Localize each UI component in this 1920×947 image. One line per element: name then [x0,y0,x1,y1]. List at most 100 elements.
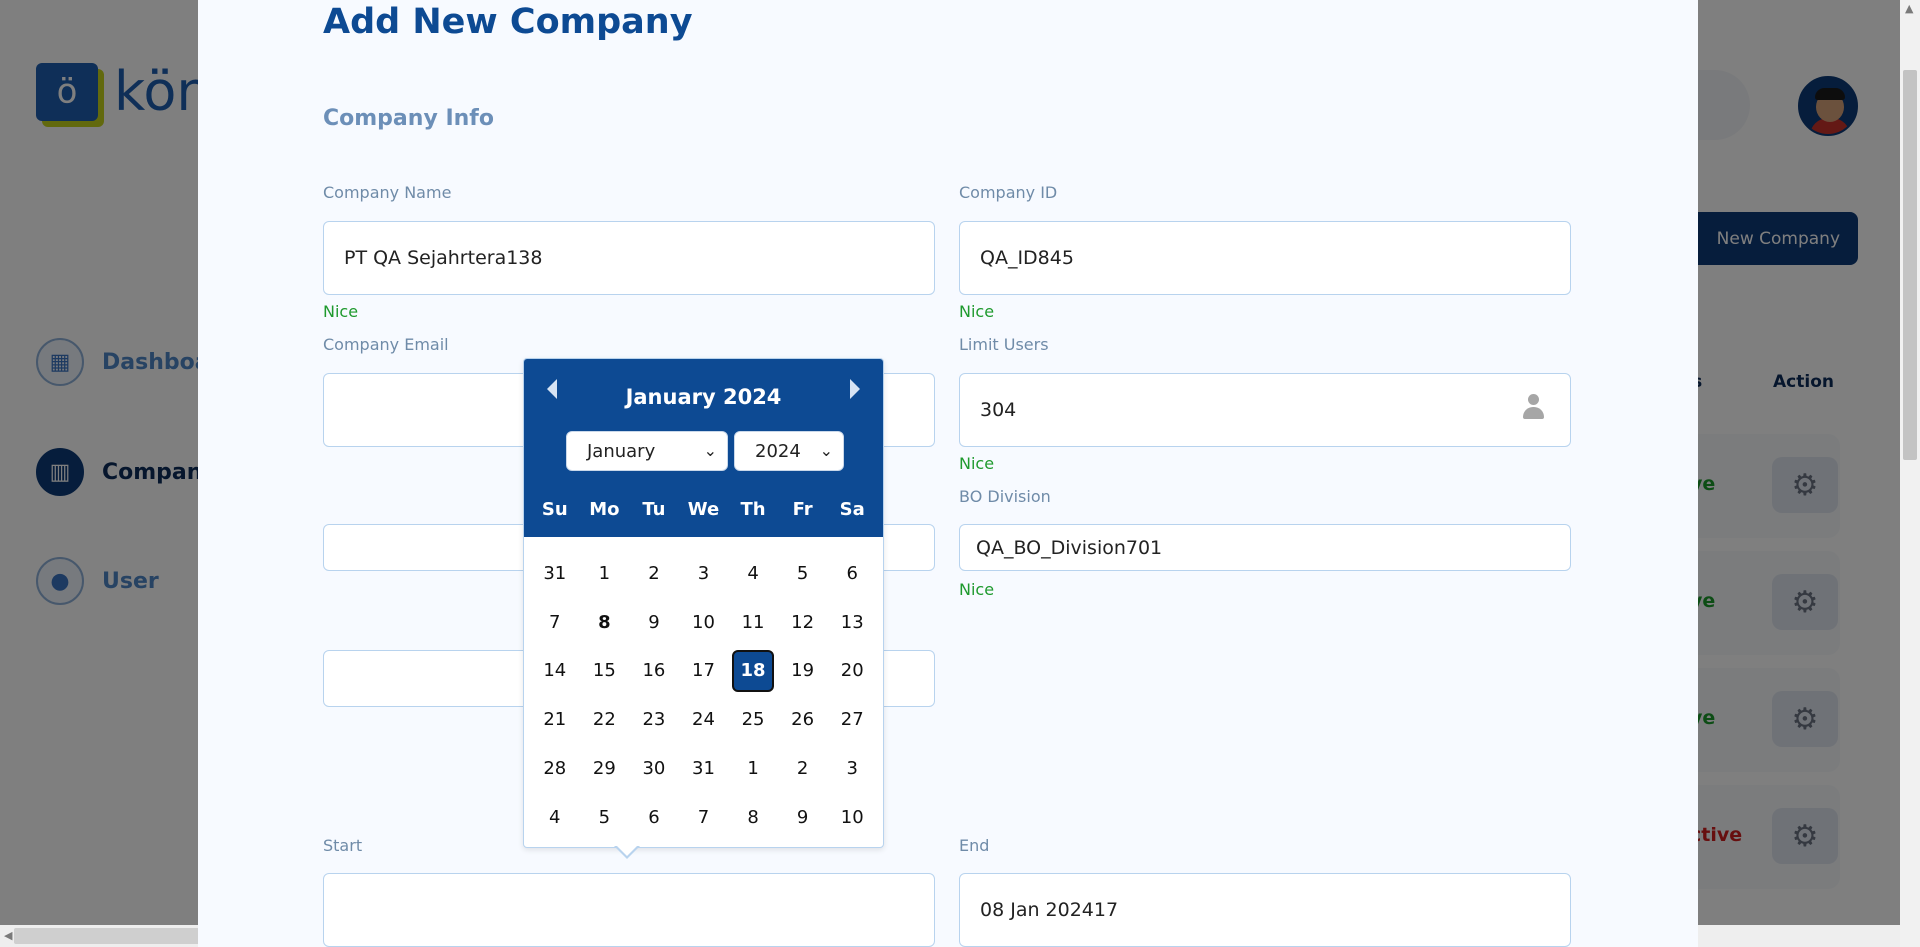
calendar-day[interactable]: 31 [530,549,580,598]
calendar-day[interactable]: 9 [778,793,828,842]
calendar-day[interactable]: 8 [728,793,778,842]
calendar-day-label: 18 [732,649,775,692]
start-date-input[interactable] [323,873,935,947]
end-date-input[interactable]: 08 Jan 202417 [959,873,1571,947]
weekday-label: Su [541,499,568,520]
calendar-day-label: 9 [796,806,809,828]
calendar-day-label: 23 [642,709,666,731]
calendar-day-label: 11 [741,611,765,633]
start-label: Start [323,836,363,855]
month-select[interactable]: January ⌄ [566,431,728,471]
calendar-day-label: 31 [543,562,567,584]
user-icon [1522,394,1544,420]
calendar-day-label: 16 [642,660,666,682]
calendar-day[interactable]: 1 [580,549,630,598]
datepicker-header: January 2024 January ⌄ 2024 ⌄ Su Mo Tu We Th… [524,359,883,537]
calendar-day-label: 5 [598,806,611,828]
company-id-label: Company ID [959,183,1058,202]
calendar-day-label: 2 [648,562,660,584]
calendar-day[interactable]: 3 [827,744,877,793]
calendar-day[interactable]: 2 [629,549,679,598]
calendar-day[interactable]: 25 [728,695,778,744]
bo-division-label: BO Division [959,487,1051,506]
calendar-day[interactable]: 13 [827,598,877,647]
weekday-label: Mo [589,499,620,520]
year-select[interactable]: 2024 ⌄ [734,431,844,471]
company-name-label: Company Name [323,183,452,202]
calendar-day[interactable]: 28 [530,744,580,793]
calendar-day[interactable]: 5 [778,549,828,598]
calendar-day[interactable]: 14 [530,647,580,696]
calendar-day[interactable]: 1 [728,744,778,793]
calendar-day[interactable]: 24 [679,695,729,744]
section-title: Company Info [323,106,494,131]
calendar-day[interactable]: 29 [580,744,630,793]
calendar-day-label: 4 [747,562,759,584]
vertical-scrollbar-thumb[interactable] [1903,70,1917,460]
calendar-day[interactable]: 7 [679,793,729,842]
calendar-day-label: 26 [791,709,815,731]
calendar-day[interactable]: 8 [580,598,630,647]
calendar-day[interactable]: 4 [530,793,580,842]
month-select-value: January [587,440,656,462]
calendar-day[interactable]: 4 [728,549,778,598]
calendar-day[interactable]: 2 [778,744,828,793]
calendar-day[interactable]: 15 [580,647,630,696]
calendar-day[interactable]: 6 [827,549,877,598]
company-email-label: Company Email [323,335,449,354]
calendar-day[interactable]: 30 [629,744,679,793]
calendar-day[interactable]: 22 [580,695,630,744]
company-name-hint: Nice [323,302,359,321]
scroll-up-icon[interactable]: ▲ [1905,2,1913,15]
calendar-day[interactable]: 23 [629,695,679,744]
weekday-label: Th [740,499,766,520]
calendar-day[interactable]: 19 [778,647,828,696]
calendar-day[interactable]: 20 [827,647,877,696]
calendar-day[interactable]: 10 [679,598,729,647]
calendar-day[interactable]: 17 [679,647,729,696]
weekday-row: Su Mo Tu We Th Fr Sa [524,499,883,520]
calendar-day-label: 21 [543,709,567,731]
calendar-day-label: 14 [543,660,567,682]
calendar-day[interactable]: 27 [827,695,877,744]
bo-division-input[interactable]: QA_BO_Division701 [959,524,1571,571]
calendar-day-label: 1 [747,758,759,780]
calendar-day[interactable]: 9 [629,598,679,647]
year-select-value: 2024 [755,440,801,462]
calendar-day-label: 25 [741,709,765,731]
limit-users-hint: Nice [959,454,995,473]
calendar-day-label: 3 [846,758,858,780]
limit-users-value: 304 [980,399,1017,421]
calendar-day-label: 10 [692,611,715,633]
datepicker: January 2024 January ⌄ 2024 ⌄ Su Mo Tu We Th… [523,358,884,848]
calendar-day[interactable]: 26 [778,695,828,744]
calendar-day[interactable]: 10 [827,793,877,842]
calendar-day[interactable]: 6 [629,793,679,842]
calendar-day[interactable]: 3 [679,549,729,598]
calendar-day-label: 5 [796,562,809,584]
end-label: End [959,836,990,855]
limit-users-input[interactable]: 304 [959,373,1571,447]
day-grid: 31 1 2 3 4 5 6 7 8 9 10 11 12 13 14 15 16 17 18 19 20 21 22 23 2… [524,549,883,842]
calendar-day[interactable]: 7 [530,598,580,647]
calendar-day-label: 6 [846,562,858,584]
calendar-day[interactable]: 5 [580,793,630,842]
calendar-day[interactable]: 18 [728,647,778,696]
calendar-day[interactable]: 11 [728,598,778,647]
calendar-day[interactable]: 31 [679,744,729,793]
scroll-left-icon[interactable]: ◀ [4,929,12,942]
calendar-day-label: 19 [791,660,815,682]
chevron-down-icon: ⌄ [819,441,833,460]
calendar-day-label: 7 [697,806,710,828]
weekday-label: Sa [839,499,865,520]
calendar-day-label: 24 [692,709,715,731]
calendar-day-label: 3 [697,562,710,584]
company-id-input[interactable]: QA_ID845 [959,221,1571,295]
calendar-day[interactable]: 12 [778,598,828,647]
calendar-day-label: 15 [592,660,616,682]
modal-title: Add New Company [323,2,693,42]
bo-division-hint: Nice [959,580,995,599]
calendar-day[interactable]: 16 [629,647,679,696]
calendar-day[interactable]: 21 [530,695,580,744]
company-name-input[interactable]: PT QA Sejahrtera138 [323,221,935,295]
